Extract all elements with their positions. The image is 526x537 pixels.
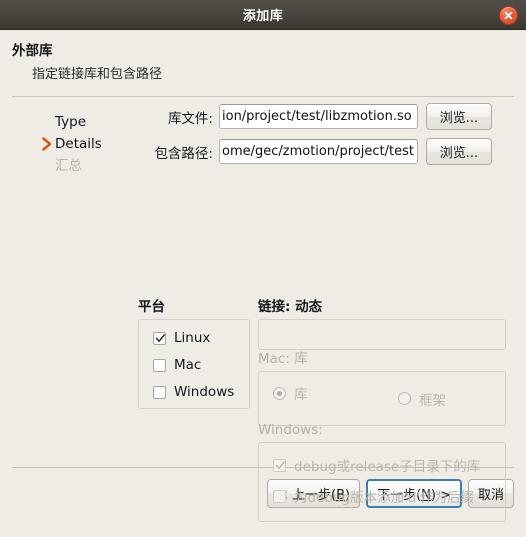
checkbox-icon [273, 489, 286, 503]
sidebar-item-details[interactable]: Details [0, 133, 125, 155]
close-icon [504, 11, 513, 20]
windows-group-title: Windows: [258, 422, 323, 438]
platform-checkbox-windows[interactable]: Windows [153, 384, 249, 400]
windows-checkbox-label: 为debug版本添加'd'作为后缀 [294, 490, 475, 506]
mac-radio-label: 框架 [419, 392, 446, 409]
windows-group-frame: debug或release子目录下的库 为debug版本添加'd'作为后缀 [258, 442, 506, 522]
platform-checkbox-label: Linux [174, 330, 211, 346]
include-path-label: 包含路径: [154, 145, 213, 162]
platform-checkbox-label: Mac [174, 357, 202, 373]
windows-group: Windows: debug或release子目录下的库 为debug版本添加'… [258, 422, 506, 522]
path-fields: 库文件: 浏览... 包含路径: 浏览... [136, 103, 516, 173]
sidebar-item-type[interactable]: Type [0, 111, 125, 133]
platform-group-frame: Linux Mac Windows [138, 319, 250, 409]
check-icon [155, 333, 166, 342]
radio-icon [273, 386, 286, 400]
include-path-browse-button[interactable]: 浏览... [426, 138, 492, 165]
windows-checkbox-debug-suffix: 为debug版本添加'd'作为后缀 [273, 486, 505, 506]
platform-checkbox-label: Windows [174, 384, 235, 400]
page-subtitle: 指定链接库和包含路径 [32, 67, 163, 82]
titlebar: 添加库 [0, 0, 526, 30]
mac-radio-framework: 框架 [398, 389, 446, 409]
platform-checkbox-linux[interactable]: Linux [153, 330, 249, 346]
checkbox-icon [153, 331, 166, 345]
wizard-steps: Type Details 汇总 [0, 111, 125, 177]
link-group: 链接: 动态 [258, 295, 506, 350]
library-file-input[interactable] [219, 104, 418, 129]
platform-group: 平台 Linux Mac Windows [138, 295, 250, 409]
dialog-header: 外部库 指定链接库和包含路径 [0, 30, 526, 84]
window-title: 添加库 [242, 9, 284, 24]
windows-checkbox-label: debug或release子目录下的库 [294, 459, 481, 475]
mac-group-title: Mac: 库 [258, 351, 308, 367]
checkbox-icon [153, 358, 166, 372]
check-icon [275, 460, 285, 469]
sidebar-item-label: Details [55, 136, 102, 152]
page-title: 外部库 [12, 43, 53, 59]
dialog-body: Type Details 汇总 库文件: 浏览... 包含路径: [0, 97, 526, 522]
include-path-input[interactable] [219, 139, 418, 164]
link-group-title: 链接: 动态 [258, 299, 323, 315]
checkbox-icon [273, 458, 286, 472]
include-path-row: 包含路径: 浏览... [136, 138, 516, 165]
link-group-frame [258, 319, 506, 350]
library-file-row: 库文件: 浏览... [136, 103, 516, 130]
mac-radio-label: 库 [294, 387, 308, 403]
platform-group-title: 平台 [138, 299, 165, 315]
mac-group: Mac: 库 库 框架 [258, 347, 506, 426]
sidebar-item-summary: 汇总 [0, 155, 125, 177]
platform-checkbox-mac[interactable]: Mac [153, 357, 249, 373]
sidebar-item-label: 汇总 [55, 158, 82, 174]
windows-checkbox-subdir: debug或release子目录下的库 [273, 455, 505, 475]
add-library-dialog: 添加库 外部库 指定链接库和包含路径 Type Details 汇总 库文件: … [0, 0, 526, 537]
close-button[interactable] [499, 6, 518, 25]
sidebar-item-label: Type [55, 114, 87, 130]
mac-radio-library: 库 [273, 383, 398, 403]
radio-selected-dot [277, 390, 282, 396]
checkbox-icon [153, 385, 166, 399]
mac-group-frame: 库 框架 [258, 371, 506, 426]
radio-icon [398, 392, 411, 405]
library-file-label: 库文件: [167, 110, 213, 127]
chevron-right-icon [42, 137, 52, 151]
library-file-browse-button[interactable]: 浏览... [426, 103, 492, 130]
